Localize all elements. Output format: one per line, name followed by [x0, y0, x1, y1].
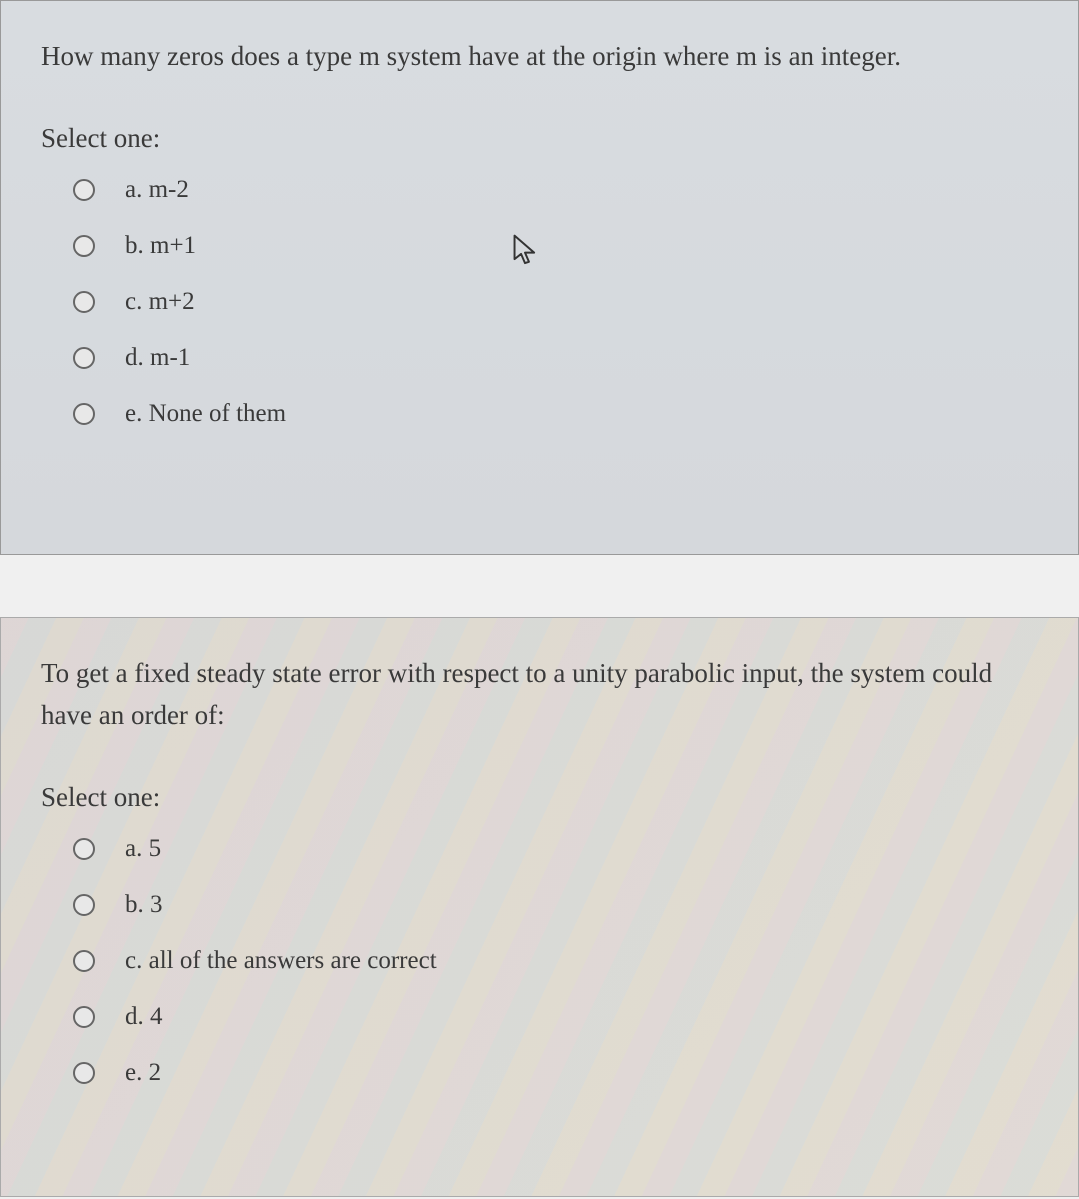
radio-icon[interactable] — [73, 347, 95, 369]
radio-icon[interactable] — [73, 403, 95, 425]
question-text-2: To get a fixed steady state error with r… — [41, 653, 1043, 737]
select-prompt-2: Select one: — [41, 782, 1043, 813]
option-row-d[interactable]: d. 4 — [73, 1003, 1043, 1031]
options-list-2: a. 5 b. 3 c. all of the answers are corr… — [41, 835, 1043, 1087]
option-label: a. 5 — [125, 835, 161, 863]
option-label: b. 3 — [125, 891, 163, 919]
question-block-1: How many zeros does a type m system have… — [0, 0, 1079, 555]
radio-icon[interactable] — [73, 894, 95, 916]
option-label: c. m+2 — [125, 288, 195, 316]
option-label: b. m+1 — [125, 232, 196, 260]
radio-icon[interactable] — [73, 1006, 95, 1028]
option-label: c. all of the answers are correct — [125, 947, 437, 975]
option-label: e. None of them — [125, 400, 286, 428]
radio-icon[interactable] — [73, 838, 95, 860]
option-row-b[interactable]: b. 3 — [73, 891, 1043, 919]
option-row-a[interactable]: a. 5 — [73, 835, 1043, 863]
option-row-d[interactable]: d. m-1 — [73, 344, 1043, 372]
option-row-c[interactable]: c. all of the answers are correct — [73, 947, 1043, 975]
option-label: d. m-1 — [125, 344, 190, 372]
option-label: e. 2 — [125, 1059, 161, 1087]
options-list-1: a. m-2 b. m+1 c. m+2 d. m-1 e. None of t… — [41, 176, 1043, 428]
radio-icon[interactable] — [73, 950, 95, 972]
option-label: a. m-2 — [125, 176, 189, 204]
option-row-b[interactable]: b. m+1 — [73, 232, 1043, 260]
radio-icon[interactable] — [73, 291, 95, 313]
select-prompt-1: Select one: — [41, 123, 1043, 154]
question-text-1: How many zeros does a type m system have… — [41, 36, 1043, 78]
radio-icon[interactable] — [73, 235, 95, 257]
radio-icon[interactable] — [73, 1062, 95, 1084]
option-row-e[interactable]: e. 2 — [73, 1059, 1043, 1087]
option-row-a[interactable]: a. m-2 — [73, 176, 1043, 204]
option-row-e[interactable]: e. None of them — [73, 400, 1043, 428]
question-block-2: To get a fixed steady state error with r… — [0, 617, 1079, 1197]
radio-icon[interactable] — [73, 179, 95, 201]
option-row-c[interactable]: c. m+2 — [73, 288, 1043, 316]
option-label: d. 4 — [125, 1003, 163, 1031]
